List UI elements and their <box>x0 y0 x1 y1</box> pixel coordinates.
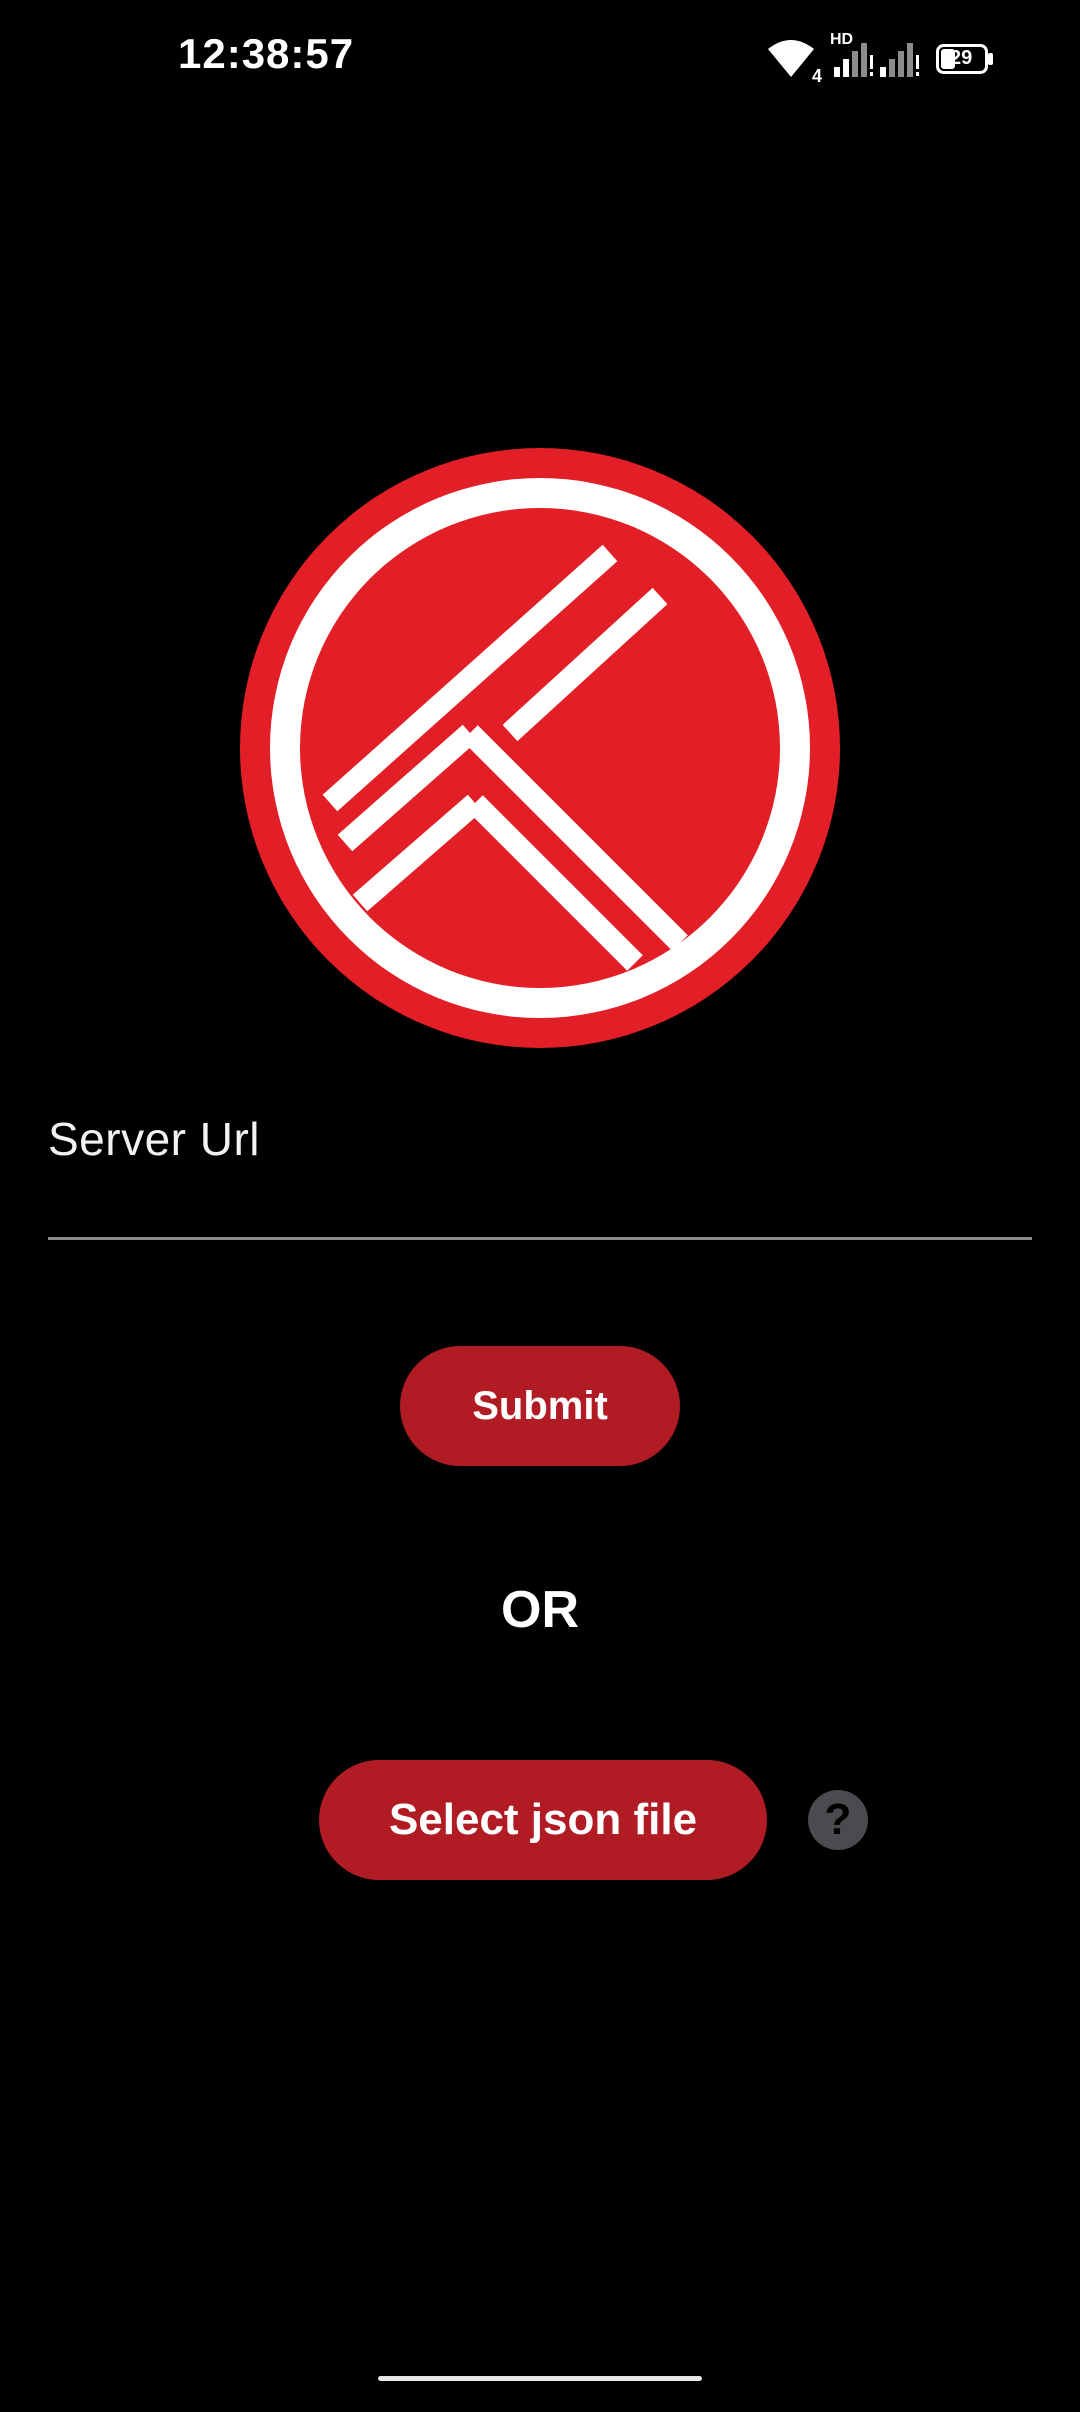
server-url-field[interactable]: Server Url <box>48 1100 1032 1240</box>
battery-icon: 29 <box>936 44 994 74</box>
or-label: OR <box>501 1581 579 1639</box>
submit-button[interactable]: Submit <box>400 1346 680 1466</box>
signal-icon: HD <box>830 31 922 81</box>
wifi-icon: 4 <box>766 37 822 86</box>
app-logo-icon <box>240 448 840 1048</box>
status-icons: 4 HD 29 <box>766 31 994 86</box>
status-time: 12:38:57 <box>178 30 355 77</box>
server-url-label: Server Url <box>48 1113 261 1165</box>
select-json-file-button[interactable]: Select json file <box>319 1760 767 1880</box>
home-indicator[interactable] <box>378 2376 702 2381</box>
wifi-badge: 4 <box>811 66 822 86</box>
battery-level: 29 <box>950 47 973 69</box>
help-icon[interactable]: ? <box>808 1790 868 1850</box>
status-bar: 12:38:57 4 HD 29 <box>0 0 1080 120</box>
server-url-underline <box>48 1237 1032 1240</box>
